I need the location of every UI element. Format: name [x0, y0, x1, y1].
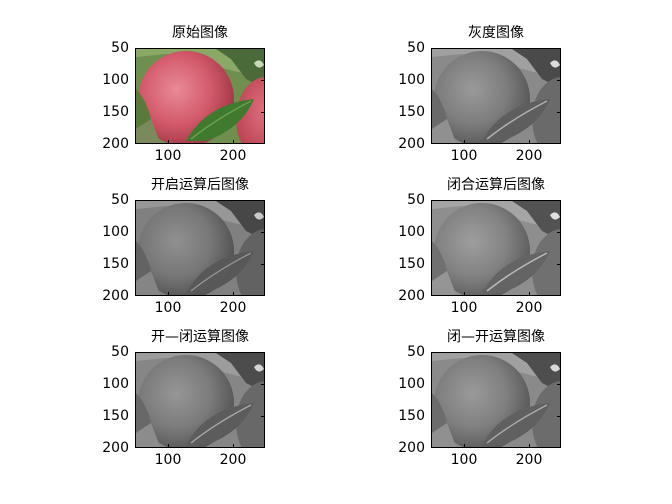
- image-axes: [135, 352, 265, 448]
- image-axes: [135, 200, 265, 296]
- ytick-label: 50: [111, 344, 129, 360]
- ytick-label: 200: [398, 288, 425, 304]
- panel-open: 开启运算后图像 50 100 150 200 100 200: [102, 177, 265, 316]
- ytick-label: 100: [398, 72, 425, 88]
- xtick-label: 200: [219, 148, 247, 164]
- xtick-label: 100: [154, 300, 182, 316]
- xtick-label: 200: [515, 452, 543, 468]
- ytick-label: 150: [398, 408, 425, 424]
- ytick-label: 100: [102, 72, 129, 88]
- ytick-mark: [261, 384, 265, 385]
- xtick-mark: [168, 140, 169, 144]
- xtick-mark: [464, 140, 465, 144]
- ytick-label: 200: [102, 288, 129, 304]
- image-gray: [432, 49, 560, 143]
- ytick-label: 50: [111, 40, 129, 56]
- xtick-mark: [168, 292, 169, 296]
- ytick-label: 100: [102, 376, 129, 392]
- xtick-mark: [529, 140, 530, 144]
- xtick-label: 200: [219, 452, 247, 468]
- xtick-mark: [529, 444, 530, 448]
- image-open-close: [136, 353, 264, 447]
- ytick-mark: [557, 264, 561, 265]
- xtick-label: 100: [450, 148, 478, 164]
- ytick-mark: [261, 416, 265, 417]
- ytick-label: 50: [407, 192, 425, 208]
- xtick-mark: [529, 292, 530, 296]
- image-axes: [431, 48, 561, 144]
- panel-title: 闭合运算后图像: [447, 177, 545, 193]
- xtick-label: 200: [515, 300, 543, 316]
- panel-title: 原始图像: [172, 25, 228, 41]
- panel-title: 开启运算后图像: [151, 177, 249, 193]
- ytick-label: 50: [407, 344, 425, 360]
- xtick-mark: [464, 292, 465, 296]
- image-axes: [135, 48, 265, 144]
- ytick-mark: [557, 112, 561, 113]
- panel-original: 原始图像 50 100 150 200 100 200: [102, 25, 265, 164]
- panel-close-open: 闭—开运算图像 50 100 150 200 100 200: [398, 329, 561, 468]
- ytick-mark: [557, 80, 561, 81]
- panel-open-close: 开—闭运算图像 50 100 150 200 100 200: [102, 329, 265, 468]
- figure-window: 原始图像 50 100 150 200 100 200 灰度图像 50 100 …: [0, 0, 672, 504]
- image-axes: [431, 352, 561, 448]
- ytick-mark: [557, 232, 561, 233]
- xtick-label: 100: [154, 148, 182, 164]
- ytick-label: 200: [398, 136, 425, 152]
- ytick-label: 200: [102, 136, 129, 152]
- xtick-mark: [168, 444, 169, 448]
- xtick-mark: [464, 444, 465, 448]
- xtick-mark: [233, 140, 234, 144]
- xtick-label: 200: [219, 300, 247, 316]
- ytick-mark: [557, 384, 561, 385]
- ytick-label: 200: [398, 440, 425, 456]
- image-axes: [431, 200, 561, 296]
- ytick-label: 50: [111, 192, 129, 208]
- ytick-mark: [261, 112, 265, 113]
- ytick-mark: [261, 264, 265, 265]
- ytick-label: 150: [398, 104, 425, 120]
- xtick-label: 200: [515, 148, 543, 164]
- ytick-label: 100: [398, 224, 425, 240]
- panel-gray: 灰度图像 50 100 150 200 100 200: [398, 25, 561, 164]
- panel-title: 闭—开运算图像: [447, 329, 545, 345]
- panel-close: 闭合运算后图像 50 100 150 200 100 200: [398, 177, 561, 316]
- image-open: [136, 201, 264, 295]
- ytick-label: 150: [102, 408, 129, 424]
- xtick-mark: [233, 292, 234, 296]
- xtick-mark: [233, 444, 234, 448]
- panel-title: 开—闭运算图像: [151, 329, 249, 345]
- ytick-label: 50: [407, 40, 425, 56]
- ytick-label: 150: [102, 256, 129, 272]
- ytick-mark: [261, 80, 265, 81]
- image-original: [136, 49, 264, 143]
- ytick-mark: [261, 232, 265, 233]
- xtick-label: 100: [450, 452, 478, 468]
- panel-title: 灰度图像: [468, 25, 524, 41]
- image-close: [432, 201, 560, 295]
- ytick-label: 150: [102, 104, 129, 120]
- xtick-label: 100: [450, 300, 478, 316]
- ytick-mark: [557, 416, 561, 417]
- xtick-label: 100: [154, 452, 182, 468]
- image-close-open: [432, 353, 560, 447]
- ytick-label: 150: [398, 256, 425, 272]
- ytick-label: 100: [398, 376, 425, 392]
- ytick-label: 200: [102, 440, 129, 456]
- ytick-label: 100: [102, 224, 129, 240]
